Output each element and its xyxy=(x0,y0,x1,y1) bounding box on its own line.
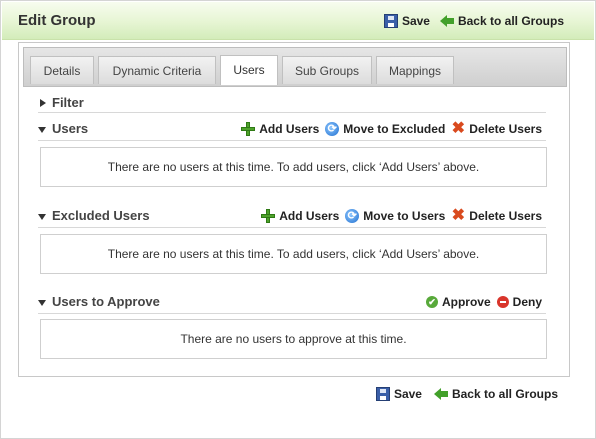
header-save-button[interactable]: Save xyxy=(383,14,430,28)
triangle-right-icon xyxy=(40,98,46,107)
approve-label: Approve xyxy=(441,295,491,309)
approve-button[interactable]: ✔ Approve xyxy=(425,295,491,309)
tab-mappings[interactable]: Mappings xyxy=(376,56,454,84)
approve-divider xyxy=(38,313,546,314)
deny-label: Deny xyxy=(512,295,542,309)
filter-divider xyxy=(38,112,546,113)
tab-dynamic-criteria[interactable]: Dynamic Criteria xyxy=(98,56,216,84)
tab-bar: Details Dynamic Criteria Users Sub Group… xyxy=(23,47,567,87)
users-section-header: Users Add Users ⟳ Move to Excluded ✖ Del… xyxy=(38,119,546,139)
excluded-actions: Add Users ⟳ Move to Users ✖ Delete Users xyxy=(261,207,542,224)
approve-toggle[interactable]: Users to Approve xyxy=(38,294,160,309)
save-icon xyxy=(383,14,398,28)
approve-actions: ✔ Approve Deny xyxy=(425,295,542,309)
tab-users[interactable]: Users xyxy=(220,55,278,85)
add-icon xyxy=(241,122,256,136)
footer-back-label: Back to all Groups xyxy=(451,387,558,401)
approve-empty-message: There are no users to approve at this ti… xyxy=(40,319,547,359)
approve-title: Users to Approve xyxy=(52,294,160,309)
filter-title: Filter xyxy=(52,95,84,110)
users-move-label: Move to Excluded xyxy=(343,122,446,136)
save-icon xyxy=(375,387,390,401)
delete-x-icon: ✖ xyxy=(451,207,465,224)
excluded-delete-label: Delete Users xyxy=(469,209,542,223)
footer-back-button[interactable]: Back to all Groups xyxy=(433,387,558,401)
filter-section-header[interactable]: Filter xyxy=(22,93,548,113)
users-add-label: Add Users xyxy=(259,122,320,136)
excluded-empty-message: There are no users at this time. To add … xyxy=(40,234,547,274)
back-arrow-icon xyxy=(433,388,448,400)
users-move-excluded-button[interactable]: ⟳ Move to Excluded xyxy=(325,122,445,136)
page-title: Edit Group xyxy=(18,12,96,29)
excluded-divider xyxy=(38,227,546,228)
footer-actions: Save Back to all Groups xyxy=(375,387,558,401)
users-delete-label: Delete Users xyxy=(469,122,542,136)
excluded-delete-button[interactable]: ✖ Delete Users xyxy=(451,207,542,224)
users-add-button[interactable]: Add Users xyxy=(241,122,319,136)
tab-sub-groups[interactable]: Sub Groups xyxy=(282,56,372,84)
header-back-label: Back to all Groups xyxy=(457,14,564,28)
header-back-button[interactable]: Back to all Groups xyxy=(439,14,564,28)
back-arrow-icon xyxy=(439,15,454,27)
header-actions: Save Back to all Groups xyxy=(383,14,564,28)
users-divider xyxy=(38,140,546,141)
excluded-section-header: Excluded Users Add Users ⟳ Move to Users… xyxy=(38,206,546,226)
refresh-icon: ⟳ xyxy=(345,209,360,223)
deny-button[interactable]: Deny xyxy=(496,295,542,309)
footer-save-label: Save xyxy=(393,387,422,401)
approve-section-header: Users to Approve ✔ Approve Deny xyxy=(38,292,546,312)
refresh-icon: ⟳ xyxy=(325,122,340,136)
users-toggle[interactable]: Users xyxy=(38,121,88,136)
users-delete-button[interactable]: ✖ Delete Users xyxy=(451,120,542,137)
add-icon xyxy=(261,209,276,223)
triangle-down-icon xyxy=(38,126,46,133)
excluded-move-label: Move to Users xyxy=(363,209,446,223)
header-save-label: Save xyxy=(401,14,430,28)
triangle-down-icon xyxy=(38,213,46,220)
edit-group-window: Edit Group Save Back to all Groups Detai… xyxy=(0,0,596,439)
excluded-add-button[interactable]: Add Users xyxy=(261,209,339,223)
excluded-title: Excluded Users xyxy=(52,208,150,223)
check-icon: ✔ xyxy=(425,296,438,308)
excluded-toggle[interactable]: Excluded Users xyxy=(38,208,150,223)
delete-x-icon: ✖ xyxy=(451,120,465,137)
users-title: Users xyxy=(52,121,89,136)
tab-details[interactable]: Details xyxy=(30,56,94,84)
excluded-move-users-button[interactable]: ⟳ Move to Users xyxy=(345,209,445,223)
deny-icon xyxy=(496,296,509,308)
header-bar: Edit Group Save Back to all Groups xyxy=(2,2,594,40)
users-empty-message: There are no users at this time. To add … xyxy=(40,147,547,187)
excluded-add-label: Add Users xyxy=(279,209,340,223)
users-actions: Add Users ⟳ Move to Excluded ✖ Delete Us… xyxy=(241,120,542,137)
triangle-down-icon xyxy=(38,299,46,306)
filter-toggle[interactable]: Filter xyxy=(40,95,84,110)
footer-save-button[interactable]: Save xyxy=(375,387,422,401)
